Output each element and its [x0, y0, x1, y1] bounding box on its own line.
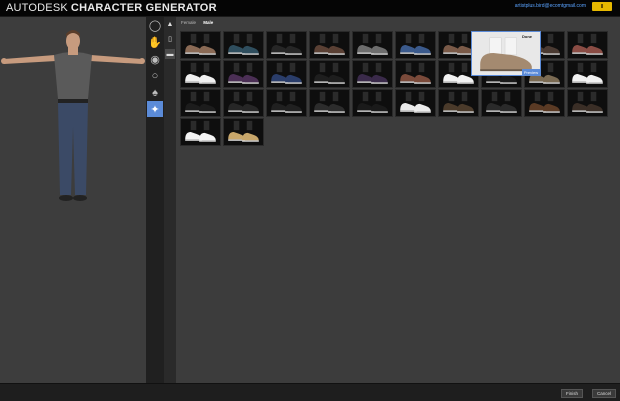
shoe-thumbnail[interactable]: [180, 31, 221, 59]
shoe-thumbnail[interactable]: [395, 89, 436, 117]
tab-female[interactable]: Female: [181, 20, 196, 25]
shoe-thumbnail[interactable]: [395, 60, 436, 88]
app-title: AUTODESK CHARACTER GENERATOR: [6, 1, 217, 15]
torso-icon[interactable]: ○: [147, 68, 163, 84]
shoe-thumbnail[interactable]: [309, 60, 350, 88]
shoe-thumbnail[interactable]: [352, 89, 393, 117]
footer-bar: Finish Cancel: [0, 383, 620, 401]
shoe-catalog: Female Male: [176, 17, 620, 383]
preview-tag-button[interactable]: Preview: [522, 69, 540, 76]
shoe-thumbnail[interactable]: [223, 89, 264, 117]
app-header: AUTODESK CHARACTER GENERATOR artistplus.b…: [0, 0, 620, 17]
shoe-thumbnail[interactable]: [352, 31, 393, 59]
shoe-thumbnail[interactable]: [352, 60, 393, 88]
shoe-thumbnail[interactable]: [395, 31, 436, 59]
shoe-thumbnail[interactable]: [438, 89, 479, 117]
shoe-thumbnail[interactable]: [180, 118, 221, 146]
preview-done-label[interactable]: Done: [522, 34, 532, 39]
category-rail: ◯ ✋ ◉ ○ ♠ ✦: [146, 17, 164, 383]
shirt-icon[interactable]: ▲: [165, 19, 175, 29]
shoe-thumbnail[interactable]: [266, 89, 307, 117]
eye-icon[interactable]: ◉: [147, 51, 163, 67]
shoe-thumbnail[interactable]: [567, 31, 608, 59]
shoe-thumbnail[interactable]: [309, 31, 350, 59]
shoe-thumbnail[interactable]: [180, 89, 221, 117]
brand-prefix: AUTODESK: [6, 2, 68, 14]
shoe-thumbnail[interactable]: [524, 89, 565, 117]
face-shield-icon[interactable]: ◯: [147, 17, 163, 33]
character-viewport[interactable]: [0, 17, 146, 383]
shoe-thumbnail[interactable]: [309, 89, 350, 117]
cancel-button[interactable]: Cancel: [592, 389, 616, 398]
shoe-thumbnail[interactable]: [266, 31, 307, 59]
shoe-thumbnail[interactable]: [223, 118, 264, 146]
clothing-icon[interactable]: ✦: [147, 101, 163, 117]
user-email-link[interactable]: artistplus.bird@ecomtgmail.com: [515, 3, 586, 9]
shoe-thumbnail[interactable]: [481, 89, 522, 117]
brand-suffix: CHARACTER GENERATOR: [70, 2, 217, 14]
user-menu-button[interactable]: [592, 2, 612, 11]
shoe-thumbnail[interactable]: [223, 31, 264, 59]
gender-tabs: Female Male: [181, 20, 219, 28]
pants-icon[interactable]: ▯: [165, 34, 175, 44]
shoe-thumbnail[interactable]: [180, 60, 221, 88]
character-model[interactable]: [0, 17, 146, 217]
tab-male[interactable]: Male: [203, 20, 213, 25]
shoe-thumbnail[interactable]: [266, 60, 307, 88]
finish-button[interactable]: Finish: [561, 389, 583, 398]
clothing-subrail: ▲ ▯ ▬: [164, 17, 176, 383]
shoe-thumbnail[interactable]: [567, 89, 608, 117]
hand-icon[interactable]: ✋: [147, 34, 163, 50]
shoe-thumbnail[interactable]: [223, 60, 264, 88]
shoe-icon[interactable]: ▬: [165, 49, 175, 59]
figure-icon[interactable]: ♠: [147, 85, 163, 101]
shoe-thumbnail[interactable]: [567, 60, 608, 88]
